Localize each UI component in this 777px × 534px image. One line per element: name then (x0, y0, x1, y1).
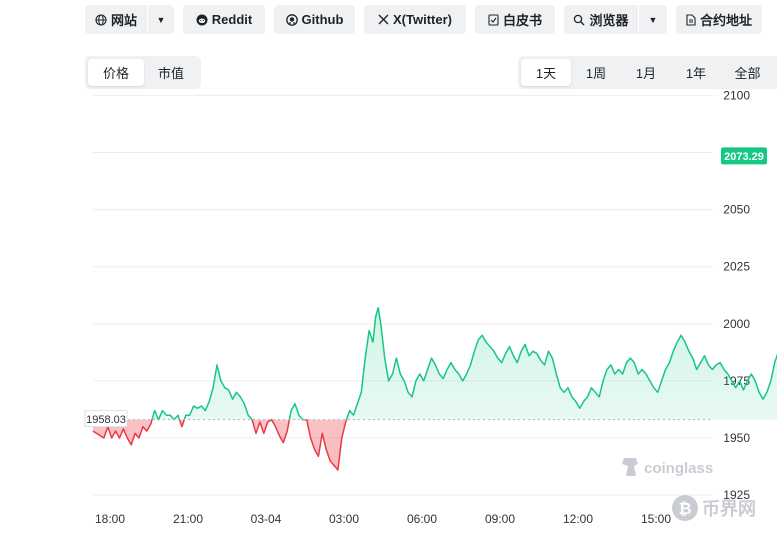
x-tick-label: 03:00 (329, 512, 359, 526)
area-fill-up (152, 307, 777, 420)
x-tick-label: 03-04 (251, 512, 282, 526)
coinglass-watermark-text: coinglass (644, 460, 713, 477)
price-line-down (92, 419, 348, 471)
x-tick-label: 21:00 (173, 512, 203, 526)
price-chart[interactable]: 1925195019752000202520502100 18:00 21:00 0… (0, 0, 777, 534)
last-price-label: 2073.29 (724, 151, 764, 163)
y-tick-label: 2025 (723, 260, 750, 274)
site-watermark: ₿ 币界网 (672, 495, 756, 521)
y-tick-label: 2000 (723, 317, 750, 331)
x-tick-label: 09:00 (485, 512, 515, 526)
x-tick-label: 06:00 (407, 512, 437, 526)
y-tick-label: 2100 (723, 88, 750, 102)
last-price-tag: 2073.29 (721, 147, 767, 165)
grid-lines (93, 94, 713, 496)
baseline-label: 1958.03 (86, 414, 126, 426)
area-fill-down (93, 419, 777, 470)
x-tick-label: 15:00 (641, 512, 671, 526)
x-tick-label: 18:00 (95, 512, 125, 526)
bitcoin-icon-glyph: ₿ (678, 500, 691, 518)
site-watermark-text: 币界网 (702, 499, 756, 519)
coinglass-logo-icon (622, 458, 638, 476)
price-line-up (151, 307, 777, 420)
x-tick-label: 12:00 (563, 512, 593, 526)
x-axis: 18:00 21:00 03-04 03:00 06:00 09:00 12:00 15:00 (95, 512, 671, 526)
coinglass-watermark: coinglass (622, 458, 713, 477)
price-area (92, 307, 777, 471)
y-tick-label: 1950 (723, 431, 750, 445)
y-tick-label: 2050 (723, 203, 750, 217)
